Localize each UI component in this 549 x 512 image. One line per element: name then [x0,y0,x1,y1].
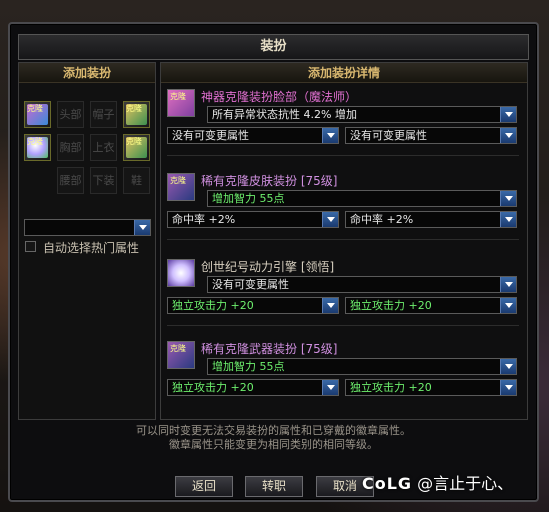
divider [167,325,519,326]
add-costume-title: 添加装扮 [19,63,155,83]
slot-weapon-item[interactable]: 克隆 [123,134,150,161]
slot-hat[interactable]: 帽子 [90,101,117,128]
sub-attribute-dropdown-1[interactable]: 独立攻击力 +20 [167,379,339,396]
chevron-down-icon [500,107,516,122]
add-costume-panel: 添加装扮 克隆 头部 帽子 克隆 克隆 胸部 上衣 克隆 腰部 下装 鞋 自动选… [18,62,156,420]
costume-details-panel: 添加装扮详情 克隆 神器克隆装扮脸部（魔法师） 所有异常状态抗性 4.2% 增加… [160,62,528,420]
chevron-down-icon [500,212,516,227]
sub-attribute-dropdown-2[interactable]: 没有可变更属性 [345,127,517,144]
auto-select-checkbox[interactable] [25,241,36,252]
window-title: 装扮 [18,34,529,60]
group-title: 神器克隆装扮脸部（魔法师） [201,90,358,104]
sub-attribute-dropdown-1[interactable]: 独立攻击力 +20 [167,297,339,314]
chevron-down-icon [500,191,516,206]
divider [167,155,519,156]
face-costume-icon: 克隆 [167,89,195,117]
slot-waist[interactable]: 腰部 [57,167,84,194]
group-title: 稀有克隆皮肤装扮 [75级] [201,174,338,188]
slot-aura-item[interactable]: 克隆 [24,134,51,161]
chevron-down-icon [322,298,338,313]
sub-attribute-dropdown-2[interactable]: 独立攻击力 +20 [345,379,517,396]
chevron-down-icon [322,212,338,227]
chevron-down-icon [134,220,150,235]
aura-costume-icon [167,259,195,287]
main-attribute-dropdown[interactable]: 所有异常状态抗性 4.2% 增加 [207,106,517,123]
notice-text: 可以同时变更无法交易装扮的属性和已穿戴的徽章属性。 徽章属性只能变更为相同类别的… [136,424,411,451]
main-attribute-dropdown[interactable]: 增加智力 55点 [207,358,517,375]
chevron-down-icon [500,380,516,395]
transfer-button[interactable]: 转职 [245,476,303,497]
chevron-down-icon [500,277,516,292]
slot-top[interactable]: 上衣 [90,134,117,161]
watermark: CoLG @言止于心、 [362,474,514,493]
chevron-down-icon [500,298,516,313]
group-title: 稀有克隆武器装扮 [75级] [201,342,338,356]
chevron-down-icon [500,359,516,374]
chevron-down-icon [500,128,516,143]
divider [167,239,519,240]
slot-skin-item[interactable]: 克隆 [123,101,150,128]
chevron-down-icon [322,380,338,395]
slot-chest[interactable]: 胸部 [57,134,84,161]
slot-shoes[interactable]: 鞋 [123,167,150,194]
chevron-down-icon [322,128,338,143]
weapon-costume-icon: 克隆 [167,341,195,369]
sub-attribute-dropdown-2[interactable]: 独立攻击力 +20 [345,297,517,314]
sub-attribute-dropdown-2[interactable]: 命中率 +2% [345,211,517,228]
sub-attribute-dropdown-1[interactable]: 命中率 +2% [167,211,339,228]
costume-details-title: 添加装扮详情 [161,63,527,83]
group-title: 创世纪号动力引擎 [领悟] [201,260,335,274]
back-button[interactable]: 返回 [175,476,233,497]
slot-face-item[interactable]: 克隆 [24,101,51,128]
sub-attribute-dropdown-1[interactable]: 没有可变更属性 [167,127,339,144]
slot-head[interactable]: 头部 [57,101,84,128]
main-attribute-dropdown[interactable]: 增加智力 55点 [207,190,517,207]
attribute-preset-dropdown[interactable] [24,219,151,236]
main-attribute-dropdown[interactable]: 没有可变更属性 [207,276,517,293]
auto-select-label: 自动选择热门属性 [43,241,140,255]
slot-pants[interactable]: 下装 [90,167,117,194]
skin-costume-icon: 克隆 [167,173,195,201]
